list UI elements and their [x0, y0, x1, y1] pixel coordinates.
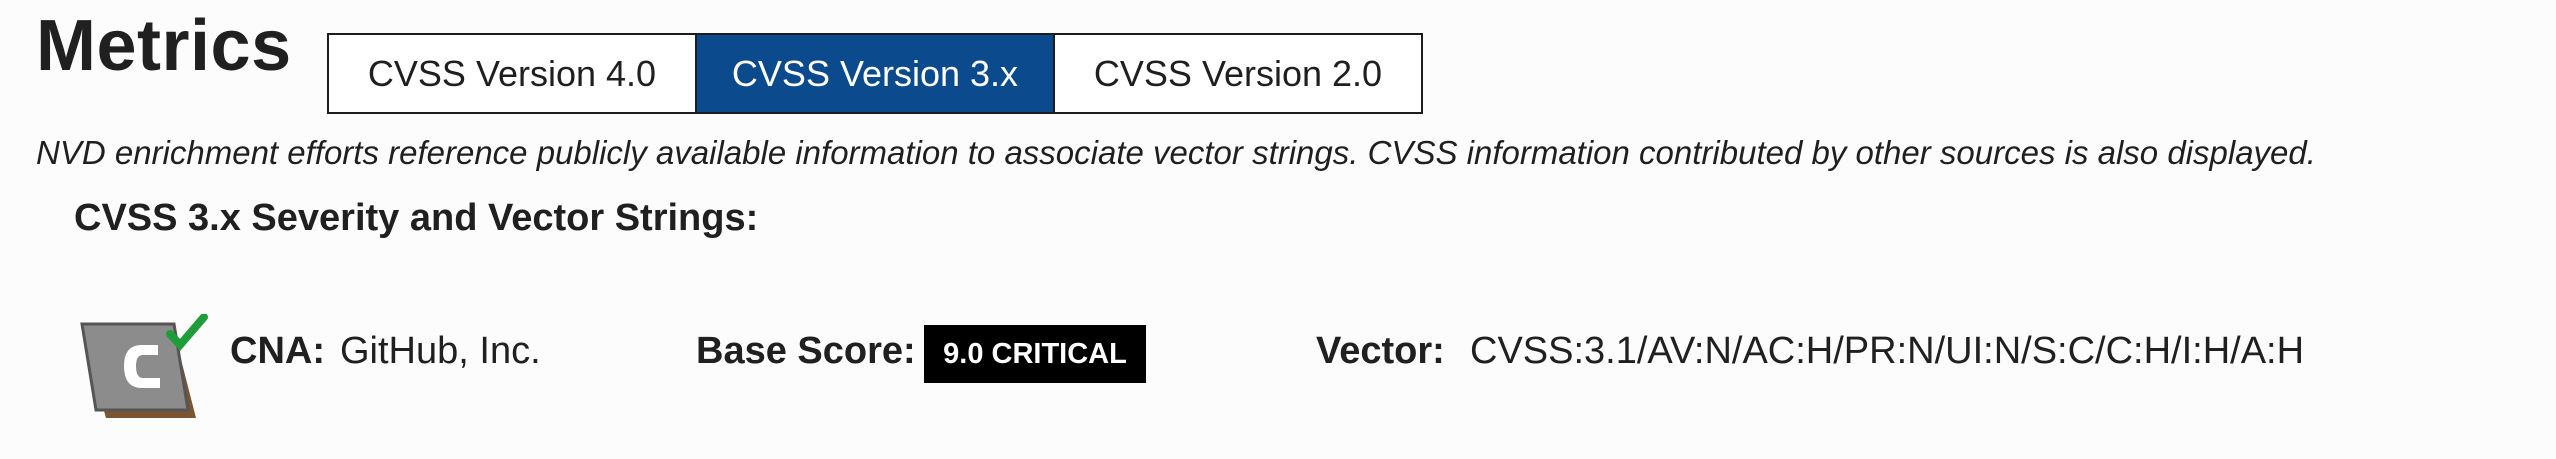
severity-vector-heading: CVSS 3.x Severity and Vector Strings:: [74, 197, 759, 239]
vector-label: Vector:: [1316, 330, 1445, 372]
cna-score-row: CNA: GitHub, Inc. Base Score: 9.0 CRITIC…: [0, 300, 2556, 420]
tab-cvss-4-0[interactable]: CVSS Version 4.0: [329, 35, 695, 112]
vector-string: CVSS:3.1/AV:N/AC:H/PR:N/UI:N/S:C/C:H/I:H…: [1470, 330, 2305, 372]
page-title: Metrics: [36, 6, 292, 86]
base-score-badge[interactable]: 9.0 CRITICAL: [924, 325, 1146, 383]
tab-cvss-3-x[interactable]: CVSS Version 3.x: [695, 35, 1055, 112]
cna-value: GitHub, Inc.: [340, 330, 541, 372]
enrichment-note: NVD enrichment efforts reference publicl…: [36, 134, 2316, 171]
metrics-panel: Metrics CVSS Version 4.0 CVSS Version 3.…: [0, 0, 2556, 459]
cna-label: CNA:: [230, 330, 325, 372]
base-score-label: Base Score:: [696, 330, 916, 372]
tab-cvss-2-0[interactable]: CVSS Version 2.0: [1055, 35, 1421, 112]
cvss-version-tabs: CVSS Version 4.0 CVSS Version 3.x CVSS V…: [327, 33, 1423, 114]
cna-check-icon: [80, 314, 208, 418]
